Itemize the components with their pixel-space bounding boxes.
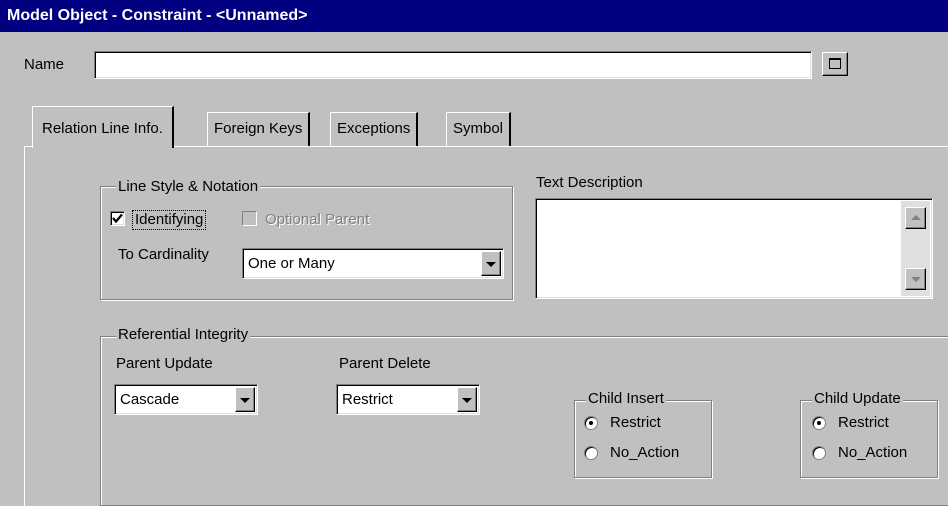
identifying-checkbox[interactable]	[110, 211, 125, 226]
vertical-scrollbar[interactable]	[901, 201, 930, 296]
chevron-down-icon	[486, 261, 496, 267]
name-expand-button[interactable]	[822, 52, 848, 76]
radio-dot-icon	[817, 421, 821, 425]
parent-delete-dropdown-button[interactable]	[457, 387, 477, 412]
child-update-restrict-radio[interactable]	[812, 416, 826, 430]
tab-exceptions[interactable]: Exceptions	[330, 112, 419, 146]
tab-symbol[interactable]: Symbol	[446, 112, 512, 146]
child-insert-no-action-label: No_Action	[610, 444, 680, 461]
optional-parent-label: Optional Parent	[265, 211, 370, 228]
identifying-label[interactable]: Identifying	[132, 210, 207, 230]
cardinality-value: One or Many	[248, 255, 335, 272]
child-insert-no-action-radio[interactable]	[584, 446, 598, 460]
tab-foreign-keys[interactable]: Foreign Keys	[207, 112, 311, 146]
checkmark-icon	[112, 213, 123, 224]
child-update-legend: Child Update	[812, 390, 903, 408]
parent-delete-label: Parent Delete	[339, 355, 431, 372]
optional-parent-checkbox[interactable]	[242, 211, 257, 226]
line-style-legend: Line Style & Notation	[116, 178, 261, 196]
child-update-no-action-radio[interactable]	[812, 446, 826, 460]
child-update-restrict-label: Restrict	[838, 414, 889, 431]
child-update-no-action-label: No_Action	[838, 444, 908, 461]
parent-update-value: Cascade	[120, 391, 180, 408]
chevron-down-icon	[462, 397, 472, 403]
text-description-textarea[interactable]	[535, 198, 933, 299]
text-description-label: Text Description	[536, 174, 643, 191]
arrow-down-icon	[910, 277, 921, 282]
parent-update-select[interactable]: Cascade	[114, 384, 258, 415]
scroll-up-button[interactable]	[905, 207, 926, 229]
window-icon	[829, 58, 841, 69]
tab-relation-line-info[interactable]: Relation Line Info.	[32, 106, 174, 148]
radio-dot-icon	[589, 421, 593, 425]
chevron-down-icon	[240, 397, 250, 403]
child-insert-legend: Child Insert	[586, 390, 666, 408]
referential-integrity-legend: Referential Integrity	[116, 326, 251, 344]
child-insert-group	[574, 400, 712, 478]
cardinality-dropdown-button[interactable]	[481, 251, 501, 276]
parent-delete-select[interactable]: Restrict	[336, 384, 480, 415]
cardinality-select[interactable]: One or Many	[242, 248, 504, 279]
line-style-group	[100, 186, 513, 300]
window-title: Model Object - Constraint - <Unnamed>	[0, 0, 948, 32]
name-label: Name	[24, 56, 65, 73]
parent-update-dropdown-button[interactable]	[235, 387, 255, 412]
arrow-up-icon	[910, 215, 921, 220]
cardinality-label: To Cardinality	[118, 246, 209, 263]
child-update-group	[800, 400, 938, 478]
child-insert-restrict-radio[interactable]	[584, 416, 598, 430]
scroll-down-button[interactable]	[905, 268, 926, 290]
parent-delete-value: Restrict	[342, 391, 393, 408]
parent-update-label: Parent Update	[116, 355, 213, 372]
child-insert-restrict-label: Restrict	[610, 414, 661, 431]
name-input[interactable]	[94, 51, 812, 79]
